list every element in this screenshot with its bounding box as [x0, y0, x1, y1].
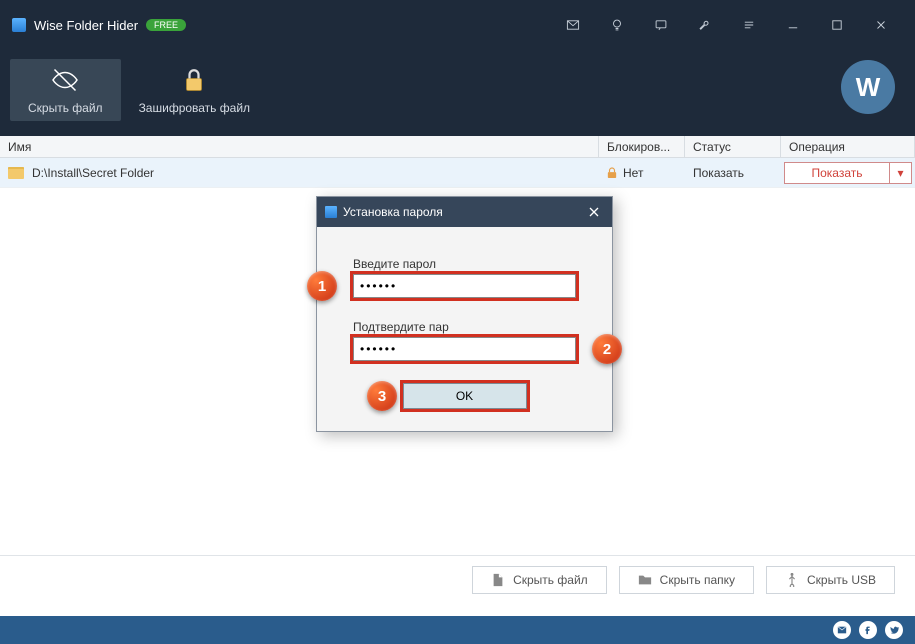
brand-logo: W	[841, 60, 895, 114]
tools-icon[interactable]	[683, 0, 727, 50]
footer-buttons: Скрыть файл Скрыть папку Скрыть USB	[472, 566, 895, 594]
dialog-app-icon	[325, 206, 337, 218]
free-badge: FREE	[146, 19, 186, 31]
step-marker-1: 1	[307, 271, 337, 301]
social-facebook-icon[interactable]	[859, 621, 877, 639]
social-mail-icon[interactable]	[833, 621, 851, 639]
col-lock[interactable]: Блокиров...	[599, 136, 685, 157]
hide-file-label: Скрыть файл	[513, 573, 588, 587]
bottom-strip	[0, 616, 915, 644]
tab-encrypt-file[interactable]: Зашифровать файл	[121, 59, 268, 121]
password-dialog: Установка пароля Введите парол 1 Подтвер…	[316, 196, 613, 432]
confirm-password-input[interactable]	[353, 337, 576, 361]
separator	[0, 555, 915, 556]
row-operation-dropdown[interactable]: ▾	[889, 163, 911, 183]
col-name[interactable]: Имя	[0, 136, 599, 157]
row-status: Показать	[693, 166, 744, 180]
hide-usb-button[interactable]: Скрыть USB	[766, 566, 895, 594]
folder-icon	[8, 167, 24, 179]
enter-password-label: Введите парол	[353, 257, 576, 271]
feedback-icon[interactable]	[639, 0, 683, 50]
maximize-button[interactable]	[815, 0, 859, 50]
toolbar: Скрыть файл Зашифровать файл W	[0, 50, 915, 136]
mail-icon[interactable]	[551, 0, 595, 50]
table-row[interactable]: D:\Install\Secret Folder Нет Показать По…	[0, 158, 915, 188]
confirm-password-label: Подтвердите пар	[353, 320, 576, 334]
titlebar: Wise Folder Hider FREE	[0, 0, 915, 50]
lock-icon	[607, 167, 617, 179]
tab-hide-file-label: Скрыть файл	[28, 101, 103, 115]
idea-icon[interactable]	[595, 0, 639, 50]
enter-password-input[interactable]	[353, 274, 576, 298]
app-title: Wise Folder Hider	[34, 18, 138, 33]
app-icon	[12, 18, 26, 32]
menu-icon[interactable]	[727, 0, 771, 50]
hide-file-button[interactable]: Скрыть файл	[472, 566, 607, 594]
tab-encrypt-file-label: Зашифровать файл	[139, 101, 250, 115]
dialog-titlebar: Установка пароля	[317, 197, 612, 227]
row-operation-main[interactable]: Показать	[785, 163, 889, 183]
column-header-row: Имя Блокиров... Статус Операция	[0, 136, 915, 158]
row-path: D:\Install\Secret Folder	[32, 166, 154, 180]
hide-usb-label: Скрыть USB	[807, 573, 876, 587]
col-operation[interactable]: Операция	[781, 136, 915, 157]
hide-folder-button[interactable]: Скрыть папку	[619, 566, 754, 594]
row-lock: Нет	[623, 166, 643, 180]
row-operation-button[interactable]: Показать ▾	[784, 162, 912, 184]
col-status[interactable]: Статус	[685, 136, 781, 157]
hide-folder-label: Скрыть папку	[660, 573, 735, 587]
dialog-title: Установка пароля	[343, 205, 443, 219]
tab-hide-file[interactable]: Скрыть файл	[10, 59, 121, 121]
step-marker-2: 2	[592, 334, 622, 364]
minimize-button[interactable]	[771, 0, 815, 50]
social-twitter-icon[interactable]	[885, 621, 903, 639]
dialog-close-button[interactable]	[584, 202, 604, 222]
step-marker-3: 3	[367, 381, 397, 411]
ok-button[interactable]: OK	[403, 383, 527, 409]
close-button[interactable]	[859, 0, 903, 50]
